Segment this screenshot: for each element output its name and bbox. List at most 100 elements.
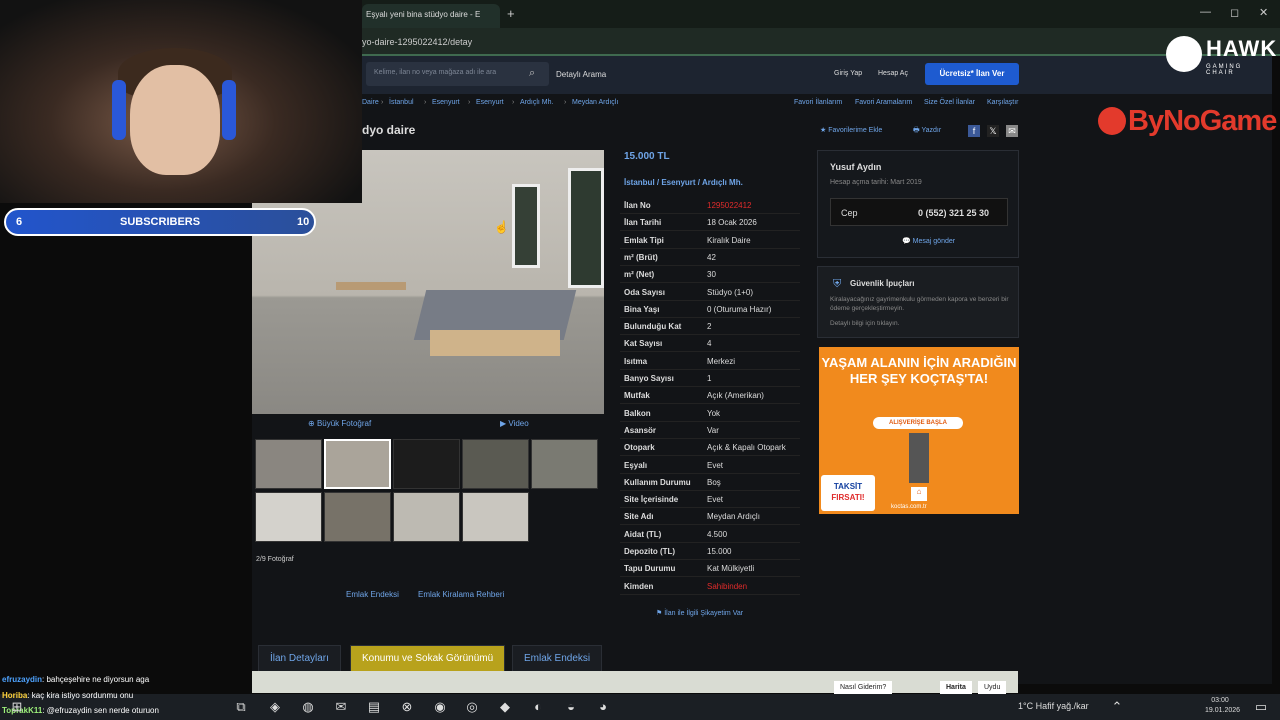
breadcrumb-item[interactable]: Daire	[362, 99, 379, 106]
complaint-link[interactable]: ⚑ İlan ile İlgili Şikayetim Var	[656, 609, 743, 617]
search-input[interactable]: Kelime, ilan no veya mağaza adı ile ara	[366, 62, 549, 86]
search-icon[interactable]: ⌕	[529, 67, 535, 80]
detail-value: 18 Ocak 2026	[707, 218, 757, 228]
directions-button[interactable]: Nasıl Giderim?	[834, 681, 893, 695]
top-link[interactable]: Favori İlanlarım	[794, 99, 842, 106]
app-icon[interactable]: ◒	[562, 698, 580, 716]
favorite-link[interactable]: ★ Favorilerime Ekle	[820, 126, 882, 134]
detail-row: Oda Sayısı Stüdyo (1+0)	[620, 284, 800, 301]
detail-row: Tapu Durumu Kat Mülkiyetli	[620, 560, 800, 578]
detail-value[interactable]: Sahibinden	[707, 582, 747, 591]
print-label: Yazdır	[921, 127, 942, 134]
browser-tab[interactable]: Eşyalı yeni bina stüdyo daire - E	[362, 4, 500, 28]
windows-icon[interactable]: ⊞	[8, 698, 26, 716]
minimize-icon[interactable]: —	[1200, 6, 1211, 18]
url-field[interactable]: yo-daire-1295022412/detay	[362, 37, 472, 47]
tab-emlak-endeksi[interactable]: Emlak Endeksi	[512, 645, 603, 671]
breadcrumb-item[interactable]: Meydan Ardıçlı	[572, 99, 618, 106]
detail-row: m² (Net) 30	[620, 266, 800, 284]
discord-icon[interactable]: ◐	[529, 698, 547, 716]
send-message-label: Mesaj gönder	[912, 238, 956, 245]
photo-thumbnail[interactable]	[255, 492, 322, 542]
login-link[interactable]: Giriş Yap	[834, 70, 862, 77]
copilot-icon[interactable]: ◈	[266, 698, 284, 716]
safety-tips: ⛨ Güvenlik İpuçları Kiralayacağınız gayr…	[817, 266, 1019, 338]
outlook-icon[interactable]: ✉	[332, 698, 350, 716]
notification-icon[interactable]: ▭	[1252, 698, 1270, 716]
close-icon[interactable]: ✕	[1259, 6, 1268, 19]
map[interactable]	[252, 671, 1018, 693]
advertisement[interactable]: YAŞAM ALANIN İÇİN ARADIĞIN HER ŞEY KOÇTA…	[819, 347, 1019, 514]
print-link[interactable]: 🖶 Yazdır	[913, 126, 941, 137]
new-tab-button[interactable]: +	[507, 6, 515, 21]
photo-thumbnail[interactable]	[462, 439, 529, 489]
chrome-icon[interactable]: ◉	[431, 698, 449, 716]
photo-thumbnail[interactable]	[393, 439, 460, 489]
breadcrumb-item[interactable]: Ardıçlı Mh.	[520, 99, 553, 106]
detail-value[interactable]: 1295022412	[707, 201, 752, 210]
explorer-icon[interactable]: ▤	[365, 698, 383, 716]
detail-row: Eşyalı Evet	[620, 457, 800, 474]
top-link[interactable]: Favori Aramalarım	[855, 99, 912, 106]
register-link[interactable]: Hesap Aç	[878, 70, 908, 77]
phone-number[interactable]: 0 (552) 321 25 30	[918, 208, 989, 218]
complaint-label: İlan ile İlgili Şikayetim Var	[664, 610, 744, 617]
photo-thumbnail[interactable]	[462, 492, 529, 542]
hawk-logo-icon	[1166, 36, 1202, 72]
photo-thumbnail[interactable]	[393, 492, 460, 542]
tray-arrow-icon[interactable]: ⌃	[1108, 698, 1126, 716]
detail-key: Isıtma	[624, 356, 648, 366]
ad-cta-button[interactable]: ALIŞVERİŞE BAŞLA	[873, 417, 963, 429]
detail-key: Bulunduğu Kat	[624, 322, 682, 332]
steam-icon[interactable]: ◕	[594, 698, 612, 716]
top-link[interactable]: Size Özel İlanlar	[924, 99, 975, 106]
video-button[interactable]: ▶ Video	[500, 419, 529, 428]
detail-key: Aidat (TL)	[624, 529, 662, 539]
detail-value: 42	[707, 252, 716, 262]
photo-thumbnail[interactable]	[531, 439, 598, 489]
detail-value: Açık & Kapalı Otopark	[707, 443, 786, 453]
seller-name[interactable]: Yusuf Aydın	[830, 162, 881, 172]
maximize-icon[interactable]: ◻	[1230, 6, 1239, 19]
breadcrumb-item[interactable]: Esenyurt	[476, 99, 504, 106]
top-link[interactable]: Karşılaştır	[987, 99, 1019, 106]
kiralama-rehberi-link[interactable]: Emlak Kiralama Rehberi	[418, 590, 504, 599]
emlak-endeksi-link[interactable]: Emlak Endeksi	[346, 590, 399, 599]
clock[interactable]: 03:00 19.01.2026	[1205, 696, 1241, 716]
detail-value: Yok	[707, 408, 721, 418]
breadcrumb-item[interactable]: İstanbul	[389, 99, 414, 106]
location-link[interactable]: İstanbul / Esenyurt / Ardıçlı Mh.	[624, 178, 743, 187]
detail-row: Kat Sayısı 4	[620, 335, 800, 353]
clock-date: 19.01.2026	[1205, 707, 1241, 714]
big-photo-button[interactable]: ⊕ Büyük Fotoğraf	[308, 419, 371, 428]
tab-konum[interactable]: Konumu ve Sokak Görünümü	[350, 645, 506, 671]
task-view-icon[interactable]: ⧉	[232, 698, 250, 716]
webcam-person	[130, 65, 220, 175]
post-ad-button[interactable]: Ücretsiz* İlan Ver	[925, 63, 1019, 85]
weather-widget[interactable]: 1°C Hafif yağ./kar	[1018, 701, 1089, 711]
mail-icon[interactable]: ✉	[1006, 125, 1018, 137]
app-icon[interactable]: ◆	[496, 698, 514, 716]
tab-ilan-detaylari[interactable]: İlan Detayları	[258, 645, 341, 671]
detailed-search-link[interactable]: Detaylı Arama	[556, 70, 606, 79]
facebook-icon[interactable]: f	[968, 125, 980, 137]
ad-headline: YAŞAM ALANIN İÇİN ARADIĞIN HER ŞEY KOÇTA…	[821, 355, 1017, 386]
spotify-icon[interactable]: ◎	[463, 698, 481, 716]
edge-icon[interactable]: ◍	[299, 698, 317, 716]
safety-more-link[interactable]: Detaylı bilgi için tıklayın.	[830, 320, 899, 327]
detail-key: Kimden	[624, 581, 654, 591]
send-message-link[interactable]: 💬 Mesaj gönder	[902, 237, 955, 245]
address-bar	[362, 28, 1280, 56]
xbox-icon[interactable]: ⊗	[398, 698, 416, 716]
detail-key: Depozito (TL)	[624, 547, 676, 556]
big-photo-label: Büyük Fotoğraf	[316, 419, 372, 428]
breadcrumb-separator: ›	[424, 99, 427, 106]
detail-row: İlan No 1295022412	[620, 197, 800, 214]
map-view-button[interactable]: Harita	[940, 681, 972, 695]
satellite-view-button[interactable]: Uydu	[978, 681, 1007, 695]
x-icon[interactable]: 𝕏	[987, 125, 999, 137]
breadcrumb-item[interactable]: Esenyurt	[432, 99, 460, 106]
photo-thumbnail[interactable]	[255, 439, 322, 489]
photo-thumbnail[interactable]	[324, 492, 391, 542]
photo-thumbnail[interactable]	[324, 439, 391, 489]
